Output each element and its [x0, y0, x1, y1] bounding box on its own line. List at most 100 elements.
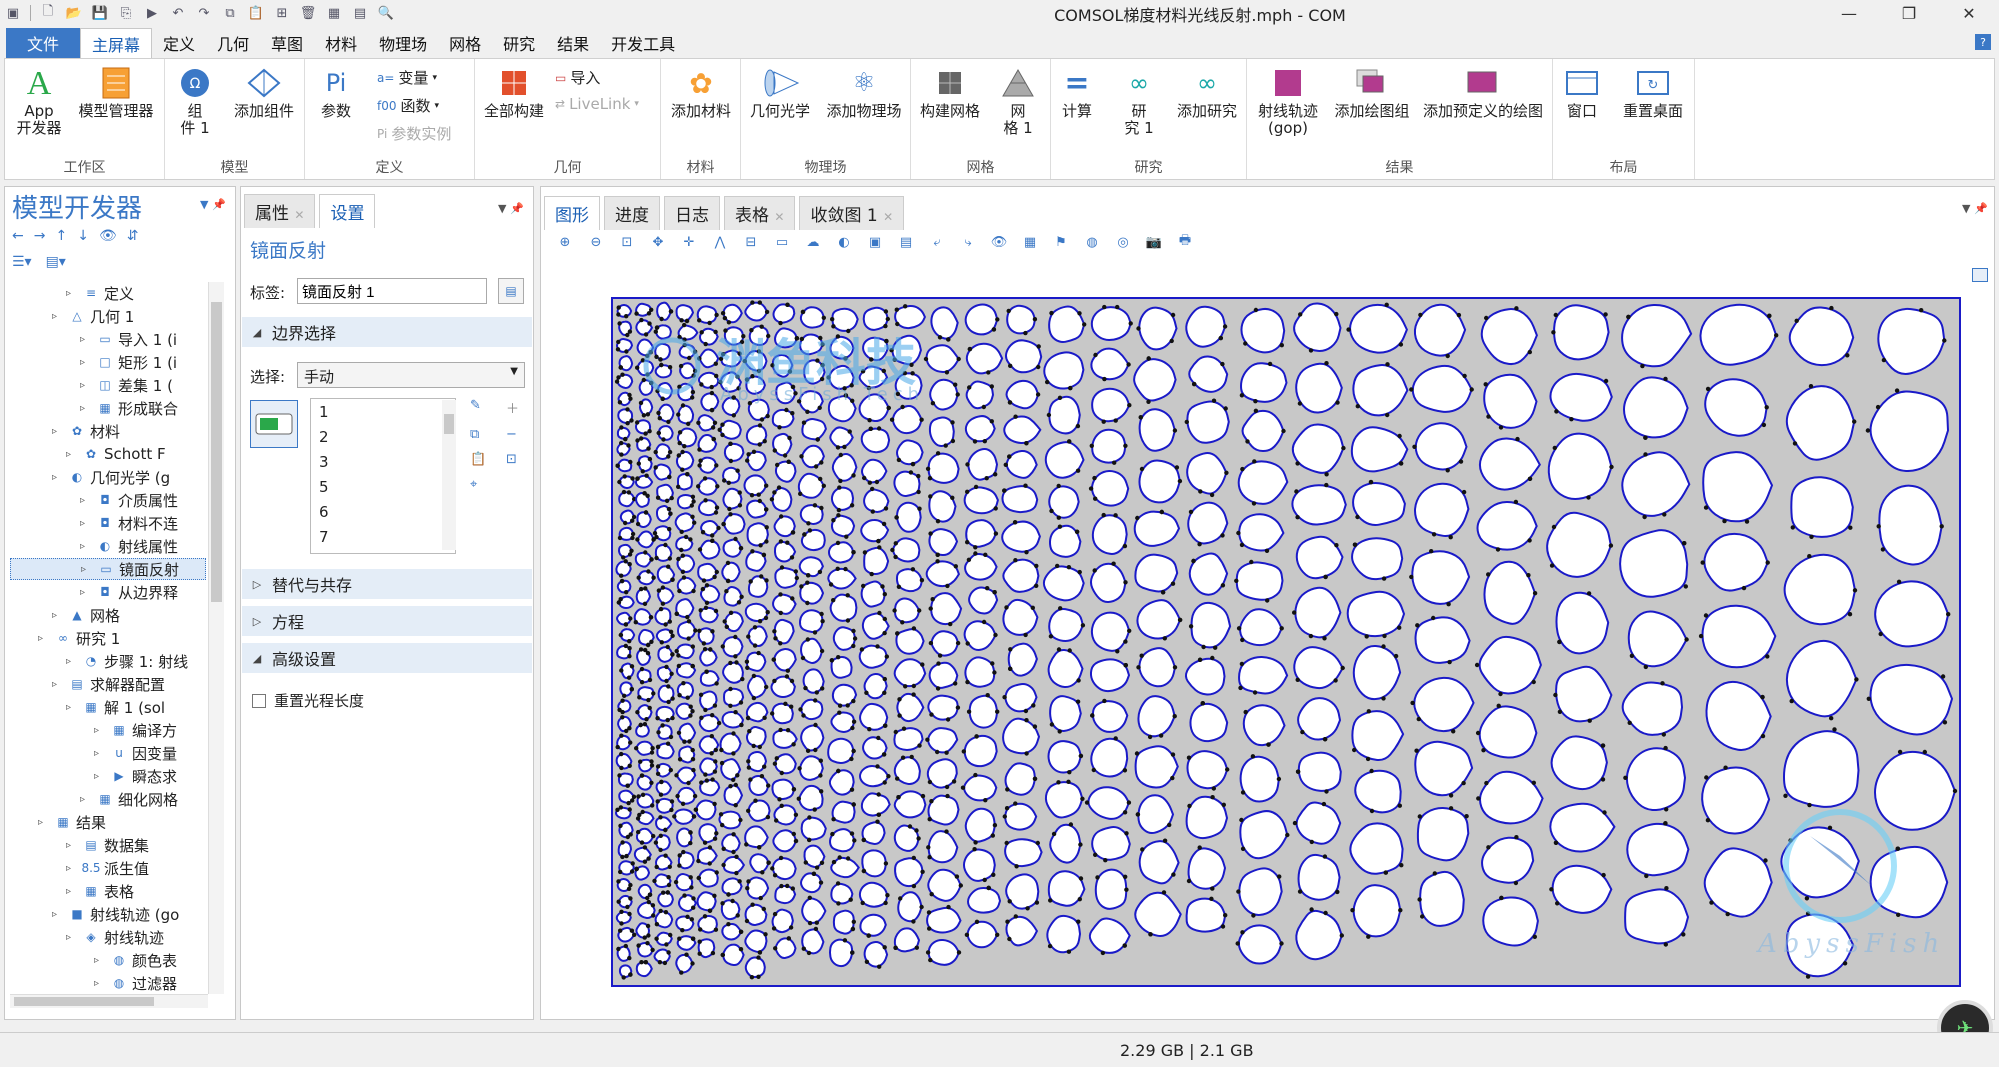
zoom-out-icon[interactable]: ⊖ [587, 233, 605, 251]
expand-arrow-icon[interactable]: ▹ [66, 840, 78, 851]
expand-arrow-icon[interactable]: ▹ [52, 311, 64, 322]
tree-item[interactable]: ▹ □ 矩形 1 (i [10, 351, 206, 373]
tree-item[interactable]: ▹ 8.5 派生值 [10, 857, 206, 879]
tree-item[interactable]: ▹ ✿ 材料 [10, 420, 206, 442]
build-mesh-button[interactable]: 构建网格 [915, 65, 985, 120]
copy-icon[interactable]: ⧉ [221, 4, 239, 22]
scene-icon[interactable]: ⚑ [1052, 233, 1070, 251]
expand-arrow-icon[interactable]: ▹ [66, 288, 78, 299]
redo-icon[interactable]: ↷ [195, 4, 213, 22]
tree-item[interactable]: ▹ ■ 射线轨迹 (go [10, 903, 206, 925]
expand-arrow-icon[interactable]: ▹ [52, 909, 64, 920]
expand-arrow-icon[interactable]: ▹ [80, 794, 92, 805]
tab-sketch[interactable]: 草图 [260, 28, 314, 58]
expand-arrow-icon[interactable]: ▹ [52, 426, 64, 437]
tree-item[interactable]: ▹ ◐ 几何光学 (g [10, 466, 206, 488]
tree-item[interactable]: ▹ ◈ 射线轨迹 [10, 926, 206, 948]
select-all-icon[interactable]: ▣ [866, 233, 884, 251]
tree-item[interactable]: ▹ ◍ 颜色表 [10, 949, 206, 971]
expand-arrow-icon[interactable]: ▹ [38, 817, 50, 828]
save-as-icon[interactable]: ⎘ [117, 4, 135, 22]
boundary-list-item[interactable]: 6 [319, 503, 329, 521]
settings-menu-icon[interactable]: ▼ 📌 [498, 202, 524, 215]
expand-arrow-icon[interactable]: ▹ [80, 357, 92, 368]
sort-icon[interactable]: ☰▾ [12, 254, 32, 270]
boundary-list-item[interactable]: 2 [319, 428, 329, 446]
undo-icon[interactable]: ↶ [169, 4, 187, 22]
expand-arrow-icon[interactable]: ▹ [94, 771, 106, 782]
add-material-button[interactable]: ✿ 添加材料 [665, 65, 737, 120]
run-icon[interactable]: ▶ [143, 4, 161, 22]
advanced-header[interactable]: ◢ 高级设置 [242, 643, 532, 673]
graphics-menu-icon[interactable]: ▼ 📌 [1962, 202, 1988, 215]
boundary-list-item[interactable]: 7 [319, 528, 329, 546]
transparency-icon[interactable]: ◍ [1083, 233, 1101, 251]
tab-materials[interactable]: 材料 [314, 28, 368, 58]
pan-icon[interactable]: ✛ [680, 233, 698, 251]
tree-item[interactable]: ▹ ◘ 从边界释 [10, 581, 206, 603]
tree-item[interactable]: ▹ ▦ 编译方 [10, 719, 206, 741]
paste-selection-icon[interactable]: 📋 [470, 452, 506, 467]
zoom-box-icon[interactable]: ⊡ [618, 233, 636, 251]
open-icon[interactable]: 📂 [65, 4, 83, 22]
expand-arrow-icon[interactable]: ▹ [94, 725, 106, 736]
tab-study[interactable]: 研究 [492, 28, 546, 58]
boundary-list-item[interactable]: 1 [319, 403, 329, 421]
equation-header[interactable]: ▷ 方程 [242, 606, 532, 636]
expand-arrow-icon[interactable]: ▹ [52, 610, 64, 621]
delete-icon[interactable]: 🗑 [299, 4, 317, 22]
tree-item[interactable]: ▹ ≡ 定义 [10, 282, 206, 304]
tab-home[interactable]: 主屏幕 [80, 28, 153, 58]
import-button[interactable]: ▭ 导入 [555, 67, 600, 88]
expand-arrow-icon[interactable]: ▹ [94, 748, 106, 759]
deselect-icon[interactable]: ▤ [897, 233, 915, 251]
forward-icon[interactable]: → [34, 228, 46, 244]
study1-button[interactable]: ∞ 研 究 1 [1117, 65, 1161, 137]
tree-item[interactable]: ▹ ▦ 细化网格 [10, 788, 206, 810]
show-icon[interactable]: 👁 [99, 228, 117, 244]
geometric-optics-button[interactable]: 几何光学 [745, 65, 815, 120]
print-icon[interactable]: 🖶 [1176, 233, 1194, 251]
expand-arrow-icon[interactable]: ▹ [81, 564, 93, 575]
expand-arrow-icon[interactable]: ▹ [80, 495, 92, 506]
expand-arrow-icon[interactable]: ▹ [80, 518, 92, 529]
expand-icon[interactable]: ⇵ [127, 228, 139, 244]
tree-item[interactable]: ▹ ▦ 解 1 (sol [10, 696, 206, 718]
tree-item[interactable]: ▹ ◘ 材料不连 [10, 512, 206, 534]
tree-item[interactable]: ▹ ◫ 差集 1 ( [10, 374, 206, 396]
reset-desktop-button[interactable]: ↻ 重置桌面 [1615, 65, 1691, 120]
windows-button[interactable]: 窗口 [1557, 65, 1607, 120]
expand-arrow-icon[interactable]: ▹ [94, 955, 106, 966]
duplicate-icon[interactable]: ⊞ [273, 4, 291, 22]
tree-item[interactable]: ▹ △ 几何 1 [10, 305, 206, 327]
add-plot-group-button[interactable]: 添加绘图组 [1331, 65, 1413, 120]
panel-menu-icon[interactable]: ▼ 📌 [200, 198, 226, 211]
graphics-options-icon[interactable] [1972, 268, 1988, 282]
render-icon[interactable]: ☁ [804, 233, 822, 251]
tab-developer[interactable]: 开发工具 [600, 28, 686, 58]
tree-item[interactable]: ▹ ▤ 数据集 [10, 834, 206, 856]
tab-geometry[interactable]: 几何 [206, 28, 260, 58]
tab-table[interactable]: 表格 ✕ [724, 196, 796, 230]
clipping-icon[interactable]: ▭ [773, 233, 791, 251]
view-icon[interactable]: 👁 [990, 233, 1008, 251]
tab-progress[interactable]: 进度 [604, 196, 660, 230]
override-header[interactable]: ▷ 替代与共存 [242, 569, 532, 599]
geometry-canvas[interactable]: 渊鱼科技 AbyssFish Tech AbyssFish [610, 296, 1962, 988]
add-physics-button[interactable]: ⚛ 添加物理场 [821, 65, 907, 120]
expand-arrow-icon[interactable]: ▹ [94, 978, 106, 989]
tree-item[interactable]: ▹ u 因变量 [10, 742, 206, 764]
variables-button[interactable]: a= 变量 ▾ [377, 67, 437, 88]
tree-item[interactable]: ▹ ▦ 表格 [10, 880, 206, 902]
boundary-list-item[interactable]: 5 [319, 478, 329, 496]
down-icon[interactable]: ↓ [77, 228, 89, 244]
expand-arrow-icon[interactable]: ▹ [38, 633, 50, 644]
select-mode-icon[interactable]: ⊟ [742, 233, 760, 251]
mesh1-button[interactable]: 网 格 1 [993, 65, 1043, 137]
boundary-list-item[interactable]: 3 [319, 453, 329, 471]
show-icon[interactable]: ⤷ [959, 233, 977, 251]
boundary-selection-header[interactable]: ◢ 边界选择 [242, 317, 532, 347]
new-icon[interactable]: 🗋 [39, 4, 57, 22]
tree-item[interactable]: ▹ ∞ 研究 1 [10, 627, 206, 649]
expand-arrow-icon[interactable]: ▹ [80, 541, 92, 552]
